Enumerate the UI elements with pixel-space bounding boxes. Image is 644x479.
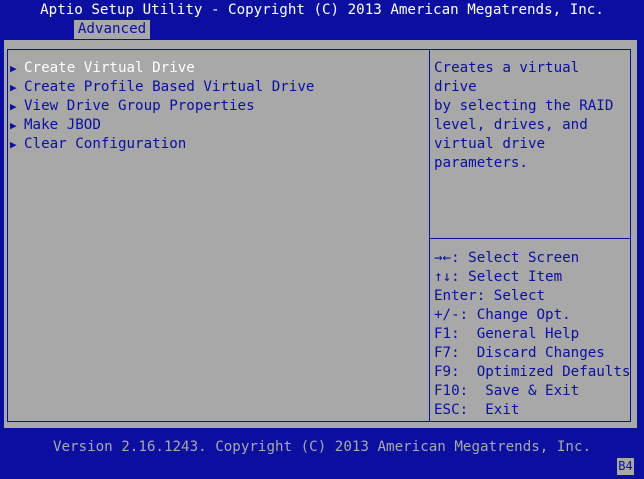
menu-item-clear-configuration[interactable]: ▶ Clear Configuration — [10, 135, 314, 154]
key-desc: : Optimized Defaults — [451, 364, 631, 380]
key-hint: ↑↓: Select Item — [434, 268, 630, 287]
key-name: F1 — [434, 326, 452, 342]
key-desc: : Select Item — [451, 269, 563, 285]
menu-item-create-virtual-drive[interactable]: ▶ Create Virtual Drive — [10, 59, 314, 78]
window-title: Aptio Setup Utility - Copyright (C) 2013… — [40, 2, 604, 18]
menu-item-label: View Drive Group Properties — [24, 98, 255, 114]
menu-item-label: Make JBOD — [24, 117, 101, 133]
key-hint: →←: Select Screen — [434, 249, 630, 268]
menu-item-view-drive-group-properties[interactable]: ▶ View Drive Group Properties — [10, 97, 314, 116]
menu-item-label: Create Virtual Drive — [24, 60, 195, 76]
key-desc: : Discard Changes — [451, 345, 605, 361]
key-name: Enter — [434, 288, 477, 304]
help-text: Creates a virtual drive by selecting the… — [434, 60, 614, 171]
key-hint: F1: General Help — [434, 325, 630, 344]
key-hint: F7: Discard Changes — [434, 344, 630, 363]
key-hint: +/-: Change Opt. — [434, 306, 630, 325]
menu-item-label: Clear Configuration — [24, 136, 187, 152]
key-desc: : Select — [476, 288, 546, 304]
key-legend: →←: Select Screen ↑↓: Select Item Enter:… — [434, 249, 630, 420]
vertical-divider — [429, 49, 430, 422]
key-desc: : Change Opt. — [459, 307, 571, 323]
key-name: ESC — [434, 402, 460, 418]
right-triangle-icon: ▶ — [10, 100, 17, 113]
main-panel: ▶ Create Virtual Drive ▶ Create Profile Ba… — [3, 39, 638, 429]
key-hint: Enter: Select — [434, 287, 630, 306]
key-name: F9 — [434, 364, 452, 380]
menu-item-make-jbod[interactable]: ▶ Make JBOD — [10, 116, 314, 135]
right-triangle-icon: ▶ — [10, 81, 17, 94]
menu-list: ▶ Create Virtual Drive ▶ Create Profile Ba… — [10, 59, 314, 154]
key-hint: F9: Optimized Defaults — [434, 363, 630, 382]
key-hint: F10: Save & Exit — [434, 382, 630, 401]
key-hint: ESC: Exit — [434, 401, 630, 420]
key-name: ↑↓ — [434, 269, 452, 285]
version-footer: Version 2.16.1243. Copyright (C) 2013 Am… — [52, 439, 592, 455]
key-desc: : General Help — [451, 326, 580, 342]
post-code-badge: B4 — [617, 458, 634, 475]
key-name: F7 — [434, 345, 452, 361]
menu-item-label: Create Profile Based Virtual Drive — [24, 79, 315, 95]
key-name: F10 — [434, 383, 460, 399]
tab-advanced[interactable]: Advanced — [74, 20, 150, 39]
right-triangle-icon: ▶ — [10, 119, 17, 132]
help-divider — [430, 238, 631, 239]
key-desc: : Save & Exit — [459, 383, 580, 399]
key-desc: : Exit — [459, 402, 520, 418]
key-desc: : Select Screen — [451, 250, 580, 266]
right-triangle-icon: ▶ — [10, 62, 17, 75]
key-name: +/- — [434, 307, 460, 323]
right-triangle-icon: ▶ — [10, 138, 17, 151]
menu-item-create-profile-based-virtual-drive[interactable]: ▶ Create Profile Based Virtual Drive — [10, 78, 314, 97]
key-name: →← — [434, 250, 452, 266]
